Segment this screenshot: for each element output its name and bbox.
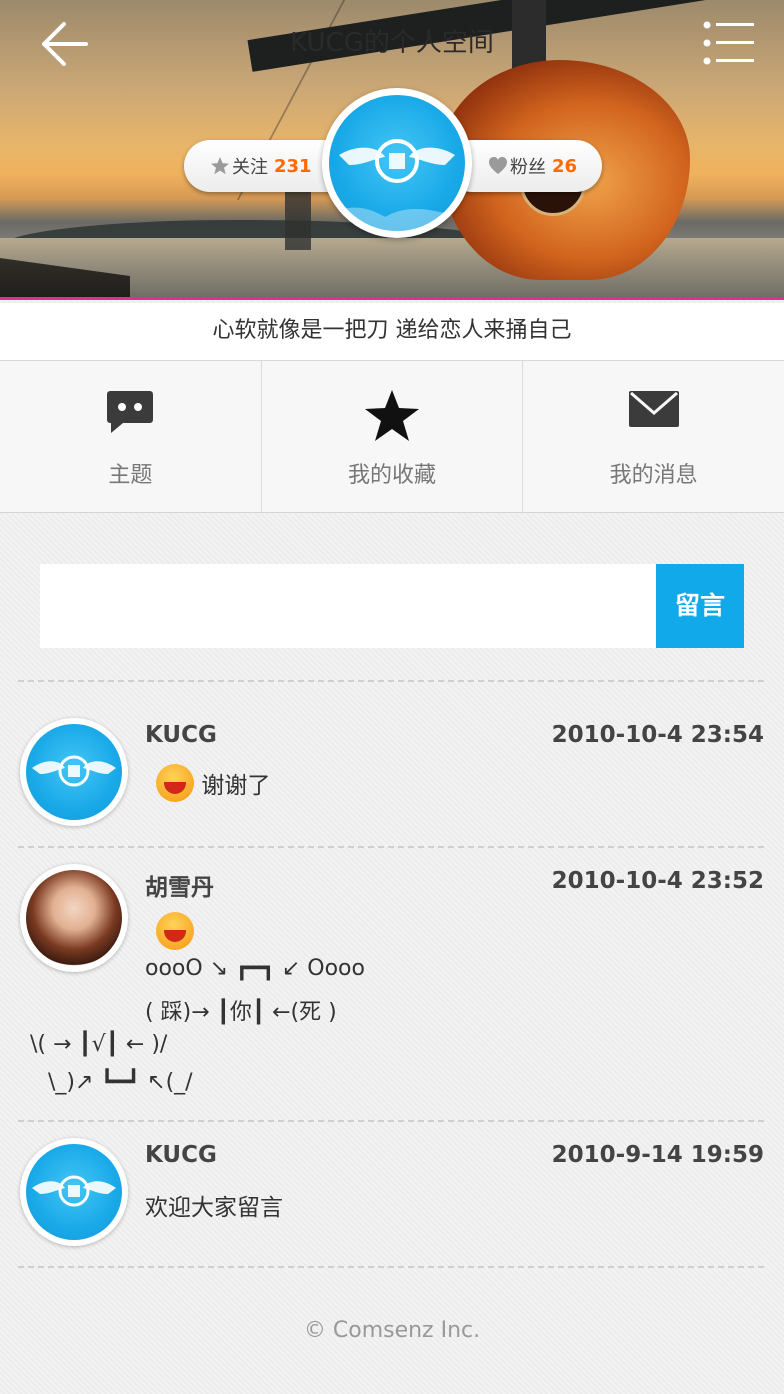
comment-emoji-row: [156, 912, 194, 950]
tab-messages-label: 我的消息: [609, 463, 698, 488]
follow-label: 关注: [232, 157, 268, 178]
comment-text: 谢谢了: [201, 773, 271, 799]
banner-underline: [0, 297, 784, 300]
tab-favorites-label: 我的收藏: [348, 463, 437, 488]
chat-bubble-icon: [107, 391, 154, 433]
ascii-art-line: ( 踩)→ ┃你┃ ←(死 ): [145, 1000, 337, 1025]
profile-tabs: 主题 我的收藏 我的消息: [0, 361, 784, 513]
tab-messages[interactable]: 我的消息: [523, 361, 784, 512]
avatar-logo: [26, 724, 122, 820]
divider: [18, 1266, 764, 1268]
ascii-art-line: oooO ↘ ┏━┓ ↙ Oooo: [145, 956, 365, 981]
menu-button[interactable]: [702, 20, 756, 66]
avatar-logo: [329, 95, 465, 231]
winged-logo-icon: [32, 755, 116, 787]
heart-icon: [489, 157, 507, 174]
follow-count: 231: [274, 155, 312, 177]
divider: [18, 680, 764, 682]
user-photo: [26, 870, 122, 966]
comment-time: 2010-10-4 23:52: [551, 868, 764, 894]
winged-logo-icon: [329, 139, 465, 231]
comment-body: 谢谢了: [156, 764, 270, 802]
header-banner: KUCG的个人空间 关注 231 粉丝 26: [0, 0, 784, 300]
avatar-logo: [26, 1144, 122, 1240]
comment-author[interactable]: KUCG: [145, 1142, 217, 1168]
divider: [18, 1120, 764, 1122]
winged-logo-icon: [32, 1175, 116, 1207]
comment-time: 2010-9-14 19:59: [551, 1142, 764, 1168]
comment-avatar[interactable]: [20, 864, 128, 972]
profile-avatar[interactable]: [322, 88, 472, 238]
footer-copyright: © Comsenz Inc.: [303, 1318, 481, 1343]
page-title: KUCG的个人空间: [290, 28, 494, 58]
tab-favorites[interactable]: 我的收藏: [262, 361, 524, 512]
comment-author[interactable]: 胡雪丹: [145, 868, 214, 902]
profile-signature: 心软就像是一把刀 递给恋人来捅自己: [0, 303, 784, 361]
tab-topics[interactable]: 主题: [0, 361, 262, 512]
grin-emoji-icon: [156, 912, 194, 950]
comment-avatar[interactable]: [20, 718, 128, 826]
star-icon: [365, 390, 419, 441]
list-menu-icon: [703, 21, 754, 65]
grin-emoji-icon: [156, 764, 194, 802]
fans-label: 粉丝: [510, 157, 546, 178]
comment-author[interactable]: KUCG: [145, 722, 217, 748]
divider: [18, 846, 764, 848]
comment-text: 欢迎大家留言: [145, 1195, 283, 1221]
fans-count: 26: [552, 155, 578, 177]
comment-time: 2010-10-4 23:54: [551, 722, 764, 748]
ascii-art-line: \_)↗ ┗━┛ ↖(_/: [48, 1070, 193, 1095]
star-small-icon: [211, 157, 229, 175]
comment-avatar[interactable]: [20, 1138, 128, 1246]
leave-message-button[interactable]: 留言: [656, 564, 744, 648]
envelope-icon: [628, 391, 679, 427]
message-input[interactable]: [40, 564, 656, 648]
ascii-art-line: \( → ┃√┃ ← )/: [30, 1032, 168, 1057]
tab-topics-label: 主题: [108, 463, 153, 488]
